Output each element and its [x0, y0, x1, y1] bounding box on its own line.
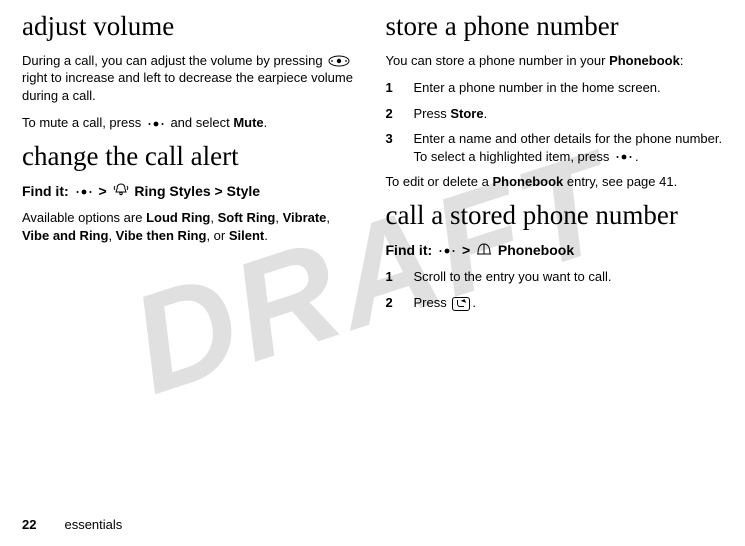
findit-label: Find it: — [386, 242, 433, 258]
path-text: Ring Styles > Style — [134, 183, 260, 199]
step-num: 1 — [386, 79, 414, 97]
step-text: Enter a phone number in the home screen. — [414, 79, 724, 97]
opt: Vibe then Ring — [116, 228, 207, 243]
list-item: 1 Enter a phone number in the home scree… — [386, 79, 724, 97]
center-key-icon — [75, 187, 93, 197]
opt: Vibrate — [283, 210, 327, 225]
text: . — [472, 295, 476, 310]
text: entry, see page 41. — [563, 174, 677, 189]
para-edit-delete: To edit or delete a Phonebook entry, see… — [386, 173, 724, 191]
heading-adjust-volume: adjust volume — [22, 12, 360, 42]
text: right to increase and left to decrease t… — [22, 70, 353, 103]
step-num: 1 — [386, 268, 414, 286]
findit-call-stored: Find it: > Phonebook — [386, 241, 724, 261]
opt: Silent — [229, 228, 264, 243]
list-item: 2 Press . — [386, 294, 724, 312]
step-num: 2 — [386, 105, 414, 123]
center-key-icon — [147, 119, 165, 129]
phonebook-icon — [476, 242, 492, 261]
heading-store-number: store a phone number — [386, 12, 724, 42]
list-item: 3 Enter a name and other details for the… — [386, 130, 724, 165]
text: : — [680, 53, 684, 68]
page-footer: 22 essentials — [22, 517, 122, 532]
step-text: Scroll to the entry you want to call. — [414, 268, 724, 286]
path-sep: > — [462, 242, 474, 258]
sep: , — [326, 210, 330, 225]
heading-call-stored: call a stored phone number — [386, 201, 724, 231]
text: To edit or delete a — [386, 174, 493, 189]
center-key-icon — [438, 246, 456, 256]
text: Enter a name and other details for the p… — [414, 131, 723, 164]
list-item: 1 Scroll to the entry you want to call. — [386, 268, 724, 286]
section-label: essentials — [64, 517, 122, 532]
page-number: 22 — [22, 517, 36, 532]
findit-label: Find it: — [22, 183, 69, 199]
findit-change-alert: Find it: > Ring Styles > Style — [22, 182, 360, 202]
store-key: Store — [450, 106, 483, 121]
para-store-intro: You can store a phone number in your Pho… — [386, 52, 724, 70]
right-column: store a phone number You can store a pho… — [386, 12, 724, 319]
ring-styles-icon — [113, 182, 129, 201]
para-adjust-volume: During a call, you can adjust the volume… — [22, 52, 360, 105]
left-column: adjust volume During a call, you can adj… — [22, 12, 360, 319]
step-num: 3 — [386, 130, 414, 165]
text: During a call, you can adjust the volume… — [22, 53, 326, 68]
step-text: Press Store. — [414, 105, 724, 123]
sep: , — [108, 228, 115, 243]
path-text: Phonebook — [498, 242, 574, 258]
opt: Loud Ring — [146, 210, 210, 225]
text: . — [635, 149, 639, 164]
mute-label: Mute — [233, 115, 263, 130]
steps-call: 1 Scroll to the entry you want to call. … — [386, 268, 724, 311]
opt: Vibe and Ring — [22, 228, 108, 243]
text: and select — [170, 115, 233, 130]
sep: , or — [206, 228, 228, 243]
text: . — [264, 115, 268, 130]
center-key-icon — [615, 152, 633, 162]
text: Press — [414, 295, 451, 310]
phonebook-label: Phonebook — [609, 53, 680, 68]
step-text: Enter a name and other details for the p… — [414, 130, 724, 165]
opt: Soft Ring — [218, 210, 276, 225]
text: . — [264, 228, 268, 243]
heading-change-alert: change the call alert — [22, 142, 360, 172]
nav-key-icon — [328, 55, 350, 67]
text: . — [484, 106, 488, 121]
list-item: 2 Press Store. — [386, 105, 724, 123]
text: Available options are — [22, 210, 146, 225]
para-options: Available options are Loud Ring, Soft Ri… — [22, 209, 360, 244]
sep: , — [275, 210, 282, 225]
para-mute: To mute a call, press and select Mute. — [22, 114, 360, 132]
steps-store: 1 Enter a phone number in the home scree… — [386, 79, 724, 165]
text: Press — [414, 106, 451, 121]
content-columns: adjust volume During a call, you can adj… — [22, 12, 723, 319]
phonebook-label: Phonebook — [492, 174, 563, 189]
sep: , — [210, 210, 217, 225]
send-key-icon — [452, 297, 470, 311]
step-num: 2 — [386, 294, 414, 312]
text: To mute a call, press — [22, 115, 145, 130]
text: You can store a phone number in your — [386, 53, 610, 68]
step-text: Press . — [414, 294, 724, 312]
path-sep: > — [98, 183, 110, 199]
